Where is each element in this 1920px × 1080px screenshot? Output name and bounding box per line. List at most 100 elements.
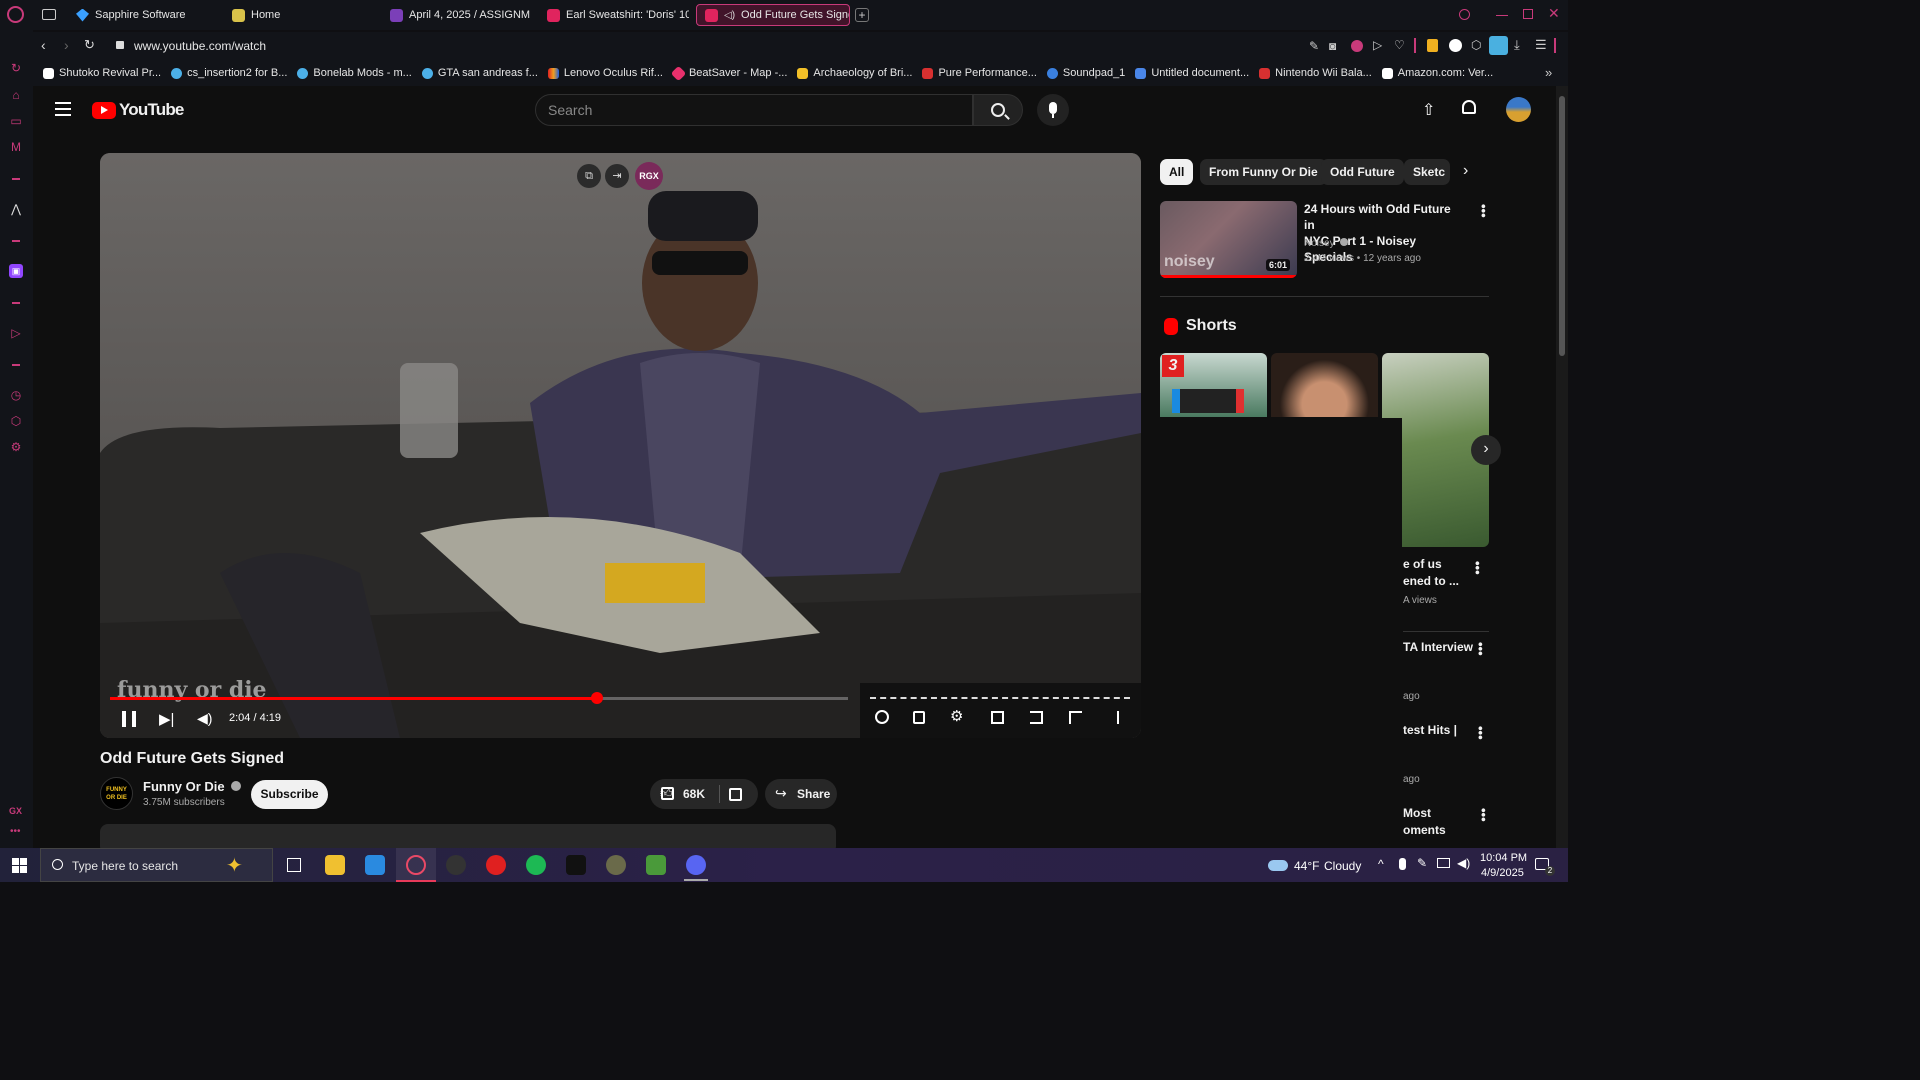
volume-icon[interactable]: ◀) xyxy=(197,710,212,727)
extension-s-icon[interactable] xyxy=(1449,39,1462,52)
wallet-icon[interactable]: ▭ xyxy=(9,114,23,128)
bookmark-item[interactable]: Soundpad_1 xyxy=(1046,67,1125,79)
more-menu-icon[interactable]: ••• xyxy=(1473,726,1488,740)
chip-all[interactable]: All xyxy=(1160,159,1194,185)
minimize-button[interactable] xyxy=(1496,15,1508,16)
settings-icon[interactable]: ⚙ xyxy=(950,707,963,725)
youtube-logo[interactable]: YouTube xyxy=(92,100,184,120)
partial-item-4-line2[interactable]: oments xyxy=(1403,822,1446,838)
dislike-thumb-icon[interactable] xyxy=(729,788,742,801)
weather-temp[interactable]: 44°F xyxy=(1294,859,1319,873)
partial-item-3-line1[interactable]: test Hits | xyxy=(1403,722,1457,738)
progress-scrubber[interactable] xyxy=(591,692,604,704)
account-avatar[interactable] xyxy=(1506,97,1531,122)
channel-name[interactable]: Funny Or Die xyxy=(143,779,242,794)
bookmark-item[interactable]: Archaeology of Bri... xyxy=(797,67,912,79)
tab-home[interactable]: Home xyxy=(224,4,374,26)
notifications-bell-icon[interactable] xyxy=(1462,100,1476,114)
xbox-app-icon[interactable] xyxy=(606,855,626,875)
bookmark-item[interactable]: cs_insertion2 for B... xyxy=(171,67,287,79)
youtube-taskbar-icon[interactable] xyxy=(486,855,506,875)
history-icon[interactable]: ↻ xyxy=(9,61,23,75)
download-icon[interactable]: ⤓ xyxy=(1514,37,1520,53)
recommendation-thumbnail[interactable]: noisey 6:01 xyxy=(1160,201,1297,278)
tab-assignment[interactable]: April 4, 2025 / ASSIGNM xyxy=(382,4,532,26)
bookmark-item[interactable]: GTA san andreas f... xyxy=(421,67,538,79)
exit-icon[interactable]: ⇥ xyxy=(605,164,629,188)
search-button[interactable] xyxy=(973,94,1023,126)
cube-icon[interactable]: ⬡ xyxy=(9,414,23,428)
bookmark-item[interactable]: BeatSaver - Map -... xyxy=(670,65,787,81)
miniplayer-icon[interactable] xyxy=(991,711,1004,724)
search-input[interactable]: Search xyxy=(535,94,973,126)
discord-icon[interactable] xyxy=(686,855,706,875)
bookmark-item[interactable]: Amazon.com: Ver... xyxy=(1381,67,1493,79)
partial-item-1-line1[interactable]: e of us xyxy=(1403,556,1442,572)
bookmarks-overflow-icon[interactable]: » xyxy=(1545,65,1552,80)
clock-time[interactable]: 10:04 PM xyxy=(1480,852,1527,864)
send-icon[interactable]: ▷ xyxy=(1373,38,1382,52)
opera-logo-icon[interactable] xyxy=(7,6,24,23)
description-box[interactable] xyxy=(100,824,836,848)
close-window-button[interactable]: ✕ xyxy=(1548,5,1560,22)
aria-ai-icon[interactable]: ⋀ xyxy=(9,202,23,216)
weather-cloud-icon[interactable] xyxy=(1268,860,1288,871)
pen-tray-icon[interactable]: ✎ xyxy=(1417,856,1427,870)
short-thumbnail-1[interactable]: 3 xyxy=(1160,353,1267,417)
back-button[interactable]: ‹ xyxy=(41,37,46,53)
more-menu-icon[interactable]: ••• xyxy=(1476,808,1491,822)
maximize-button[interactable] xyxy=(1523,9,1533,19)
more-menu-icon[interactable]: ••• xyxy=(1473,642,1488,656)
tab-sapphire[interactable]: Sapphire Software xyxy=(68,4,218,26)
page-scrollbar[interactable] xyxy=(1556,86,1568,848)
bookmark-item[interactable]: Untitled document... xyxy=(1135,67,1249,79)
spotify-icon[interactable] xyxy=(526,855,546,875)
extension-avatar-icon[interactable] xyxy=(1489,36,1508,55)
tab-earl[interactable]: Earl Sweatshirt: 'Doris' 10 xyxy=(539,4,689,26)
snapshot-icon[interactable]: ◙ xyxy=(1329,39,1336,53)
shorts-next-button[interactable]: › xyxy=(1471,435,1501,465)
share-button[interactable]: ↪ Share xyxy=(765,779,837,809)
cast-icon[interactable] xyxy=(1069,711,1082,724)
network-icon[interactable] xyxy=(1437,858,1450,868)
bookmark-item[interactable]: Bonelab Mods - m... xyxy=(297,67,412,79)
pause-button[interactable] xyxy=(122,711,136,727)
player-icon[interactable]: ▷ xyxy=(9,326,23,340)
rec-channel[interactable]: Noisey xyxy=(1304,238,1349,249)
fullscreen-icon[interactable] xyxy=(1109,711,1119,724)
minecraft-launcher-icon[interactable] xyxy=(646,855,666,875)
url-field[interactable]: www.youtube.com/watch xyxy=(134,39,266,53)
vpn-shield-icon[interactable] xyxy=(1351,40,1363,52)
captions-icon[interactable] xyxy=(913,711,925,724)
hamburger-menu-icon[interactable] xyxy=(55,102,71,116)
weather-condition[interactable]: Cloudy xyxy=(1324,859,1361,873)
microsoft-store-icon[interactable] xyxy=(365,855,385,875)
tab-odd-future-active[interactable]: ◁) Odd Future Gets Signe xyxy=(696,4,850,26)
partial-item-2-line1[interactable]: TA Interview xyxy=(1403,639,1473,655)
chip-sketch[interactable]: Sketc xyxy=(1404,159,1450,185)
autoplay-toggle-icon[interactable] xyxy=(875,710,889,724)
new-tab-button[interactable]: + xyxy=(855,8,869,22)
rgx-badge[interactable]: RGX xyxy=(635,162,663,190)
heart-icon[interactable]: ♡ xyxy=(1394,38,1405,52)
channel-avatar[interactable]: FUNNY OR DIE xyxy=(100,777,133,810)
clock-date[interactable]: 4/9/2025 xyxy=(1481,867,1524,879)
partial-item-4-line1[interactable]: Most xyxy=(1403,805,1431,821)
pip-icon[interactable]: ⧉ xyxy=(577,164,601,188)
twitch-icon[interactable]: ▣ xyxy=(9,264,23,278)
upload-icon[interactable]: ⇧ xyxy=(1422,100,1435,120)
file-explorer-icon[interactable] xyxy=(325,855,345,875)
next-button[interactable]: ▶| xyxy=(159,710,174,728)
clock-icon[interactable]: ◷ xyxy=(9,388,23,402)
aria-icon[interactable]: ⌂ xyxy=(9,88,23,102)
settings-gear-icon[interactable]: ⚙ xyxy=(9,440,23,454)
forward-button[interactable]: › xyxy=(64,37,69,53)
more-dots-icon[interactable]: ••• xyxy=(10,826,21,837)
easy-setup-icon[interactable]: ☰ xyxy=(1535,37,1547,53)
taskbar-search-box[interactable]: Type here to search ✦ xyxy=(40,848,273,882)
windows-start-icon[interactable] xyxy=(12,858,27,873)
edit-icon[interactable]: ✎ xyxy=(1309,39,1319,53)
bookmark-item[interactable]: Lenovo Oculus Rif... xyxy=(547,67,663,79)
tray-chevron-icon[interactable]: ^ xyxy=(1378,857,1384,871)
chip-from-funny-or-die[interactable]: From Funny Or Die xyxy=(1200,159,1327,185)
